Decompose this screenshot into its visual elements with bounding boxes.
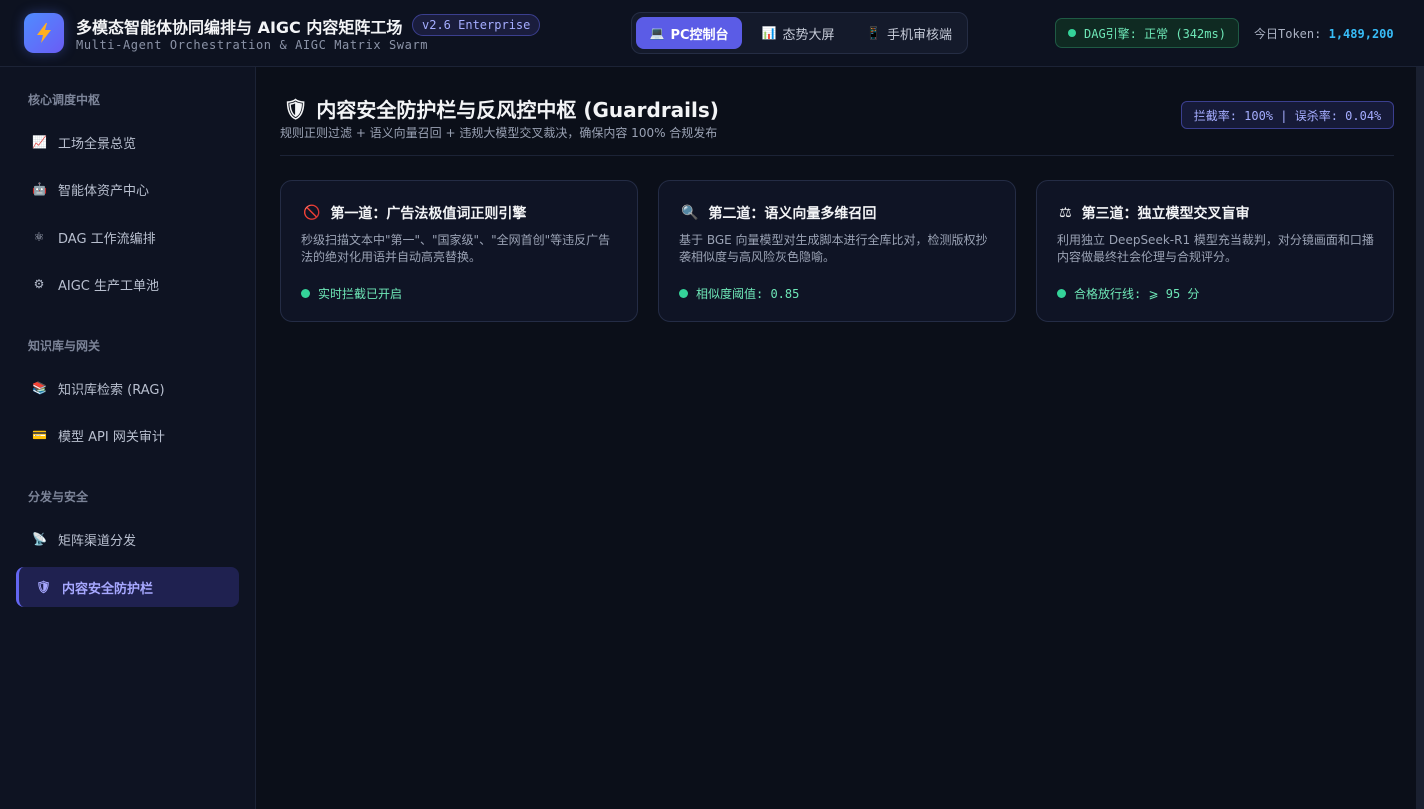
sidebar-item-label: DAG 工作流编排 [58, 231, 156, 247]
sidebar-item-agents[interactable]: 🤖 智能体资产中心 [16, 169, 239, 209]
prohibited-icon: 🚫 [303, 205, 321, 221]
card-description: 利用独立 DeepSeek-R1 模型充当裁判，对分镜画面和口播内容做最终社会伦… [1057, 233, 1374, 264]
status-dot-icon [1057, 289, 1066, 298]
status-dot-icon [301, 289, 310, 298]
scrollbar-thumb[interactable] [1416, 67, 1424, 809]
sidebar-item-guardrails[interactable]: 🛡 内容安全防护栏 [16, 567, 239, 607]
page-title-text: 内容安全防护栏与反风控中枢 (Guardrails) [316, 98, 719, 122]
sidebar-item-label: AIGC 生产工单池 [58, 278, 160, 294]
tab-label: 态势大屏 [782, 27, 835, 43]
card-description: 秒级扫描文本中"第一"、"国家级"、"全网首创"等违反广告法的绝对化用语并自动高… [301, 233, 611, 264]
sidebar-item-dag[interactable]: ⚛ DAG 工作流编排 [16, 217, 239, 257]
lightning-bolt-icon [37, 23, 51, 43]
atom-icon: ⚛ [33, 230, 45, 244]
sidebar: 核心调度中枢 📈 工场全景总览 🤖 智能体资产中心 ⚛ DAG 工作流编排 ⚙ … [0, 67, 256, 809]
top-header: 多模态智能体协同编排与 AIGC 内容矩阵工场 Multi-Agent Orch… [0, 0, 1424, 67]
magnifier-icon: 🔍 [681, 205, 699, 221]
sidebar-group-label: 核心调度中枢 [28, 93, 101, 107]
satellite-dish-icon: 📡 [32, 532, 47, 546]
laptop-icon: 💻 [649, 26, 665, 40]
card-status-text: 相似度阈值: 0.85 [696, 287, 800, 301]
tab-label: 手机审核端 [886, 27, 952, 43]
token-value: 1,489,200 [1328, 27, 1394, 41]
card-title: 🔍 第二道：语义向量多维召回 [681, 203, 876, 223]
sidebar-item-label: 工场全景总览 [58, 136, 137, 152]
sidebar-item-rag[interactable]: 📚 知识库检索 (RAG) [16, 368, 239, 408]
divider [280, 155, 1394, 156]
token-counter: 今日Token: 1,489,200 [1254, 25, 1394, 42]
token-label: 今日Token: [1254, 27, 1322, 41]
chart-icon: 📈 [32, 135, 47, 149]
status-dot-icon [1068, 29, 1076, 37]
tab-situation-screen[interactable]: 📊 态势大屏 [748, 17, 848, 49]
sidebar-group-label: 分发与安全 [28, 490, 89, 504]
tab-label: PC控制台 [670, 27, 729, 43]
shield-icon: 🛡 [283, 96, 309, 121]
status-dot-icon [679, 289, 688, 298]
view-switcher: 💻 PC控制台 📊 态势大屏 📱 手机审核端 [631, 12, 968, 54]
credit-card-icon: 💳 [32, 428, 47, 442]
sidebar-item-work-orders[interactable]: ⚙ AIGC 生产工单池 [16, 264, 239, 304]
card-status: 合格放行线: ⩾ 95 分 [1057, 285, 1199, 302]
tab-mobile-review[interactable]: 📱 手机审核端 [854, 17, 964, 49]
sidebar-item-label: 智能体资产中心 [58, 183, 150, 199]
robot-icon: 🤖 [32, 182, 47, 196]
gear-icon: ⚙ [33, 277, 45, 291]
version-badge: v2.6 Enterprise [412, 14, 541, 36]
scales-icon: ⚖ [1059, 205, 1072, 221]
card-title-text: 第三道：独立模型交叉盲审 [1081, 206, 1250, 222]
page-scrollbar[interactable] [1416, 67, 1424, 809]
app-logo[interactable] [24, 13, 64, 53]
tab-pc-console[interactable]: 💻 PC控制台 [636, 17, 742, 49]
sidebar-item-api-gateway[interactable]: 💳 模型 API 网关审计 [16, 415, 239, 455]
sidebar-item-label: 内容安全防护栏 [62, 581, 154, 597]
sidebar-item-overview[interactable]: 📈 工场全景总览 [16, 122, 239, 162]
card-status-text: 合格放行线: ⩾ 95 分 [1074, 287, 1200, 301]
card-title: 🚫 第一道：广告法极值词正则引擎 [303, 203, 526, 223]
sidebar-item-label: 知识库检索 (RAG) [58, 382, 165, 398]
guardrail-card-blind-review: ⚖ 第三道：独立模型交叉盲审 利用独立 DeepSeek-R1 模型充当裁判，对… [1036, 180, 1394, 322]
interception-rate-badge: 拦截率: 100% | 误杀率: 0.04% [1181, 101, 1394, 129]
engine-status-badge: DAG引擎: 正常 (342ms) [1055, 18, 1239, 48]
bar-chart-icon: 📊 [761, 26, 777, 40]
sidebar-item-distribution[interactable]: 📡 矩阵渠道分发 [16, 519, 239, 559]
card-description: 基于 BGE 向量模型对生成脚本进行全库比对，检测版权抄袭相似度与高风险灰色隐喻… [679, 233, 988, 264]
card-status: 相似度阈值: 0.85 [679, 285, 799, 302]
app-title: 多模态智能体协同编排与 AIGC 内容矩阵工场 [76, 18, 403, 37]
page-title: 🛡 内容安全防护栏与反风控中枢 (Guardrails) [283, 94, 719, 123]
card-title-text: 第一道：广告法极值词正则引擎 [330, 206, 527, 222]
guardrail-card-vector: 🔍 第二道：语义向量多维召回 基于 BGE 向量模型对生成脚本进行全库比对，检测… [658, 180, 1016, 322]
guardrail-card-regex: 🚫 第一道：广告法极值词正则引擎 秒级扫描文本中"第一"、"国家级"、"全网首创… [280, 180, 638, 322]
books-icon: 📚 [32, 381, 47, 395]
card-title-text: 第二道：语义向量多维召回 [708, 206, 877, 222]
shield-icon: 🛡 [36, 580, 52, 594]
mobile-phone-icon: 📱 [866, 26, 881, 40]
card-status-text: 实时拦截已开启 [318, 287, 403, 301]
card-title: ⚖ 第三道：独立模型交叉盲审 [1059, 203, 1250, 223]
sidebar-item-label: 模型 API 网关审计 [58, 429, 165, 445]
sidebar-group-label: 知识库与网关 [28, 339, 101, 353]
card-status: 实时拦截已开启 [301, 285, 402, 302]
sidebar-item-label: 矩阵渠道分发 [58, 533, 137, 549]
app-subtitle: Multi-Agent Orchestration & AIGC Matrix … [76, 38, 429, 52]
engine-status-text: DAG引擎: 正常 (342ms) [1084, 26, 1226, 41]
page-description: 规则正则过滤 + 语义向量召回 + 违规大模型交叉裁决，确保内容 100% 合规… [280, 126, 718, 140]
